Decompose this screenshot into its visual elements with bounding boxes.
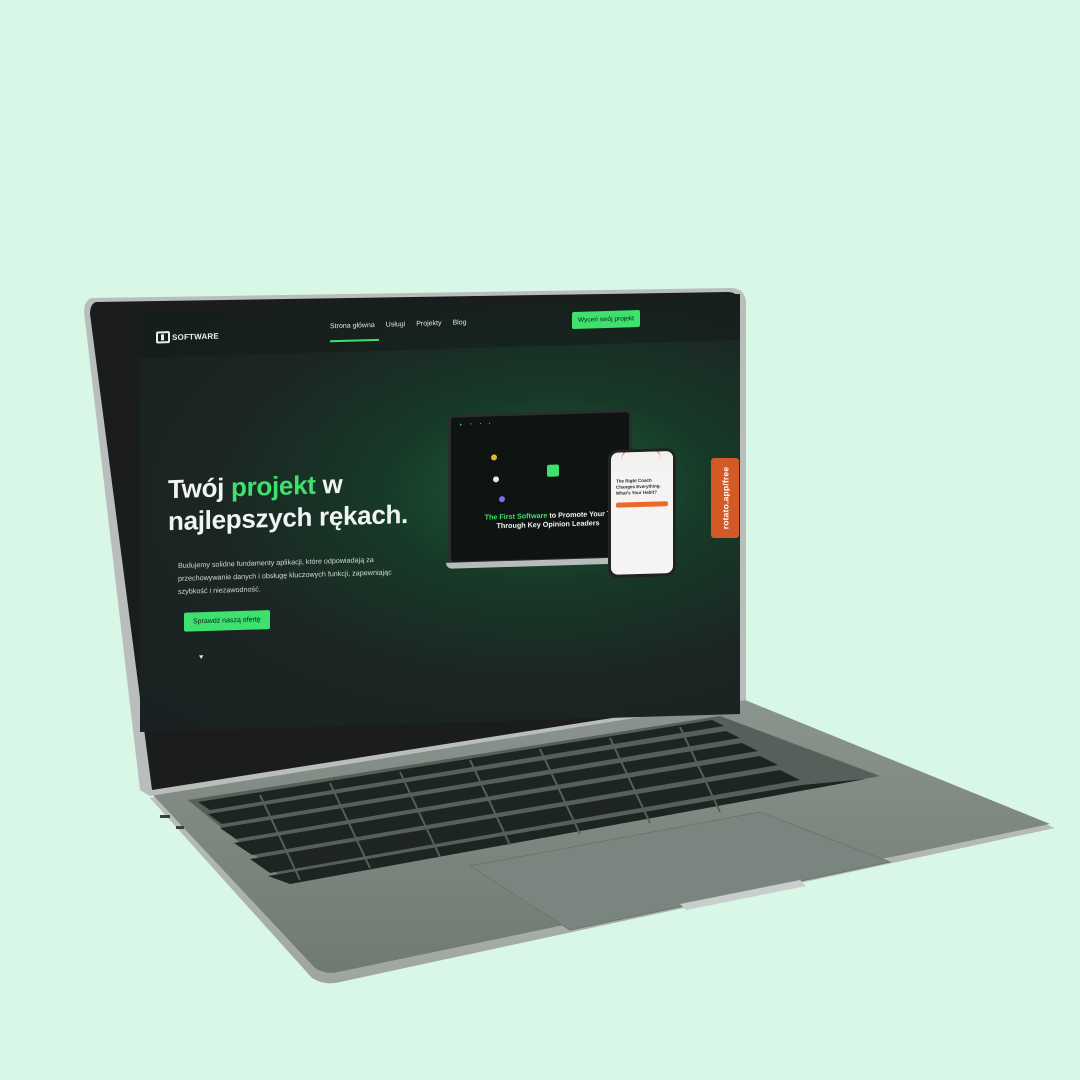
nav-link-home[interactable]: Strona główna xyxy=(330,322,375,342)
mockup-headline-line2: Through Key Opinion Leaders xyxy=(496,518,600,531)
hero-title-part1: Twój xyxy=(168,472,232,505)
mockup-nav-dot: • xyxy=(479,421,481,426)
mockup-headline: The First Software to Promote Your T Thr… xyxy=(463,508,632,531)
quote-button[interactable]: Wyceń swój projekt xyxy=(572,310,640,330)
site-logo[interactable]: SOFTWARE xyxy=(156,330,219,344)
hero-title: Twój projekt w najlepszych rękach. xyxy=(168,466,408,537)
nav-link-blog[interactable]: Blog xyxy=(453,319,467,338)
progress-arc-icon xyxy=(621,447,661,478)
hero-title-part2: w xyxy=(315,468,343,500)
website-screen: SOFTWARE Strona główna Usługi Projekty B… xyxy=(140,294,740,732)
mockup-nav-dot: • xyxy=(470,422,472,427)
phone-header xyxy=(611,447,673,479)
logo-icon xyxy=(156,331,170,344)
mockup-laptop: ▲ • • • The First Software to Promote Yo… xyxy=(448,409,632,565)
network-node-icon xyxy=(491,454,497,461)
nav-link-services[interactable]: Usługi xyxy=(386,321,405,341)
phone-button xyxy=(616,501,668,508)
hero-description: Budujemy solidne fundamenty aplikacji, k… xyxy=(178,554,392,596)
brand-logo-icon xyxy=(547,464,559,477)
network-node-icon xyxy=(493,476,499,483)
offer-button[interactable]: Sprawdź naszą ofertę xyxy=(184,610,270,632)
main-nav: Strona główna Usługi Projekty Blog xyxy=(330,319,467,342)
device-mockup: ▲ • • • The First Software to Promote Yo… xyxy=(446,408,676,585)
rotato-link-text: rotato.app/free xyxy=(720,466,731,530)
mockup-phone: The Right Coach Changes Everything. What… xyxy=(608,447,676,578)
network-node-icon xyxy=(499,496,505,503)
mockup-nav: ▲ • • • xyxy=(451,412,629,431)
logo-text: SOFTWARE xyxy=(172,331,219,342)
mockup-logo-icon: ▲ xyxy=(459,422,463,427)
rotato-link-tab[interactable]: rotato.app/free xyxy=(711,458,739,538)
hero-title-line2: najlepszych rękach. xyxy=(168,498,408,537)
phone-title: The Right Coach Changes Everything. What… xyxy=(616,477,661,496)
scroll-down-icon[interactable]: ⯆ xyxy=(198,653,204,663)
hero-title-accent: projekt xyxy=(231,469,316,503)
mockup-nav-dot: • xyxy=(488,421,491,426)
nav-link-projects[interactable]: Projekty xyxy=(416,320,441,340)
